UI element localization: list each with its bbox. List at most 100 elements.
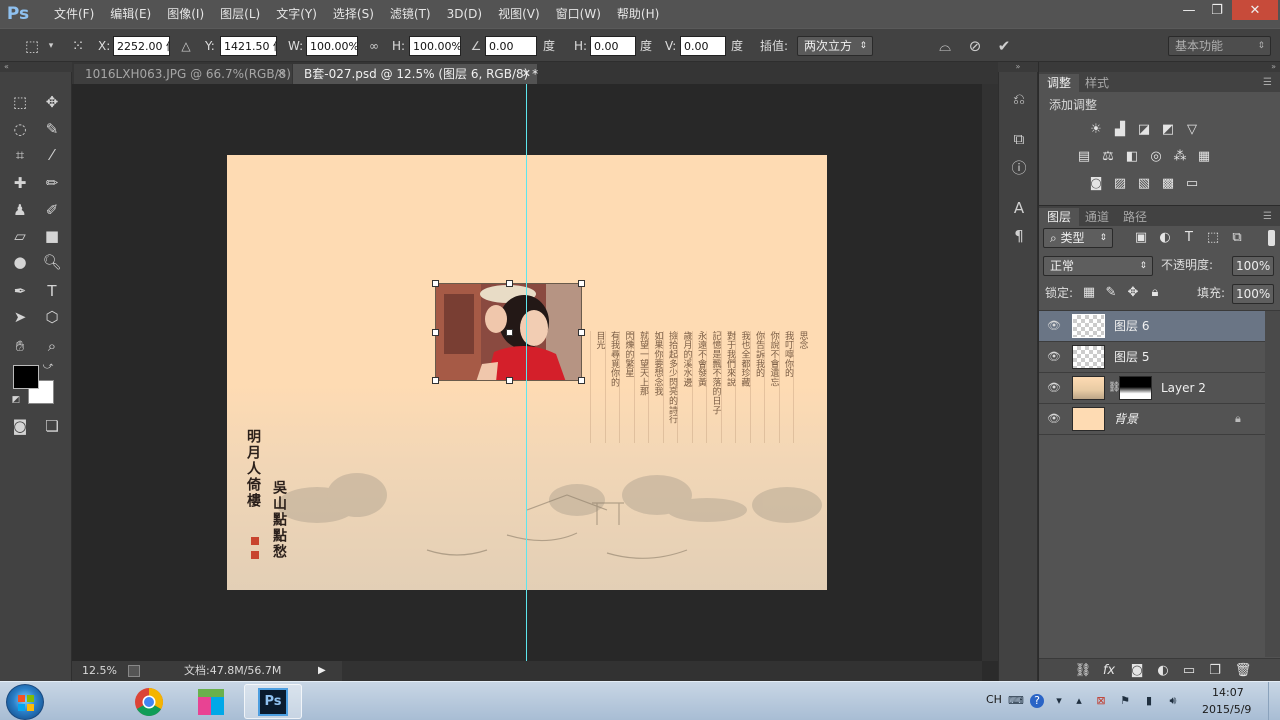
brightness-icon[interactable]: ☀ (1086, 121, 1106, 139)
color-balance-icon[interactable]: ⚖ (1098, 148, 1118, 166)
panels-collapse-strip[interactable]: » (1039, 62, 1280, 72)
lasso-tool-icon[interactable]: ◌ (7, 117, 33, 141)
delete-layer-icon[interactable]: 🗑︎ (1233, 662, 1253, 680)
keyboard-icon[interactable]: ⌨ (1008, 694, 1024, 708)
menu-type[interactable]: 文字(Y) (268, 0, 325, 28)
vskew-field[interactable]: 0.00 (680, 36, 726, 56)
transform-handle-right[interactable] (578, 329, 585, 336)
blur-tool-icon[interactable]: ● (7, 250, 33, 274)
tab-styles[interactable]: 样式 (1077, 74, 1117, 92)
hand-tool-icon[interactable]: ✋︎ (7, 334, 33, 358)
menu-image[interactable]: 图像(I) (159, 0, 212, 28)
show-hidden-icons[interactable]: ▴ (1072, 694, 1086, 708)
menu-file[interactable]: 文件(F) (46, 0, 102, 28)
menu-help[interactable]: 帮助(H) (609, 0, 667, 28)
layers-scrollbar[interactable] (1265, 311, 1280, 657)
fill-field[interactable]: 100% (1232, 284, 1274, 304)
language-indicator[interactable]: CH (986, 693, 1002, 706)
brush-tool-icon[interactable]: ✏ (39, 171, 65, 195)
dodge-tool-icon[interactable]: 🔍︎ (39, 250, 65, 274)
lock-position-icon[interactable]: ✥ (1123, 284, 1143, 302)
y-field[interactable]: 1421.50 像 (220, 36, 277, 56)
height-field[interactable]: 100.00% (409, 36, 461, 56)
filter-pixel-icon[interactable]: ▣ (1131, 229, 1151, 247)
x-field[interactable]: 2252.00 像 (113, 36, 170, 56)
healing-brush-tool-icon[interactable]: ✚ (7, 171, 33, 195)
photo-filter-icon[interactable]: ◎ (1146, 148, 1166, 166)
gradient-tool-icon[interactable]: ■ (39, 224, 65, 248)
ime-settings-icon[interactable]: ▾ (1052, 694, 1066, 708)
new-adjustment-icon[interactable]: ◐ (1153, 662, 1173, 680)
foreground-color-swatch[interactable] (13, 365, 39, 389)
transform-handle-left[interactable] (432, 329, 439, 336)
posterize-icon[interactable]: ▨ (1110, 175, 1130, 193)
layer-name[interactable]: Layer 2 (1161, 373, 1206, 404)
vibrance-icon[interactable]: ▽ (1182, 121, 1202, 139)
history-brush-tool-icon[interactable]: ✐ (39, 198, 65, 222)
tab-document-jpg[interactable]: 1016LXH063.JPG @ 66.7%(RGB/8) ✕ (74, 64, 292, 84)
menu-edit[interactable]: 编辑(E) (102, 0, 159, 28)
quick-mask-icon[interactable]: ◙ (7, 414, 33, 438)
status-info-icon[interactable] (128, 665, 140, 677)
delta-icon[interactable]: △ (178, 35, 194, 57)
eyedropper-tool-icon[interactable]: ⁄ (39, 143, 65, 167)
tab-layers[interactable]: 图层 (1039, 208, 1080, 226)
screen-mode-icon[interactable]: ❏ (39, 414, 65, 438)
shape-tool-icon[interactable]: ⬡ (39, 305, 65, 329)
lock-transparency-icon[interactable]: ▦ (1079, 284, 1099, 302)
warp-icon[interactable]: ⌓ (934, 35, 956, 57)
taskbar-media-app[interactable] (182, 684, 240, 719)
menu-layer[interactable]: 图层(L) (212, 0, 268, 28)
layer-style-icon[interactable]: fx (1099, 662, 1119, 680)
status-menu-arrow-icon[interactable]: ▶ (318, 661, 326, 681)
layer-row-layer6[interactable]: 👁︎ 图层 6 (1039, 311, 1265, 342)
link-icon[interactable]: ∞ (366, 35, 382, 57)
crop-tool-icon[interactable]: ⌗ (7, 143, 33, 167)
clock-time[interactable]: 14:07 (1212, 686, 1244, 699)
zoom-level[interactable]: 12.5% (82, 661, 117, 681)
eye-icon[interactable]: 👁︎ (1047, 412, 1061, 426)
close-button[interactable]: ✕ (1232, 0, 1278, 20)
mini-panel-collapse-strip[interactable]: » (998, 62, 1038, 72)
filter-smart-object-icon[interactable]: ⧉ (1227, 229, 1247, 247)
add-mask-icon[interactable]: ◙ (1127, 662, 1147, 680)
default-colors-icon[interactable]: ◩ (9, 393, 23, 407)
signal-icon[interactable]: ▮ (1142, 694, 1156, 708)
reference-point-icon[interactable]: ⁙ (66, 35, 90, 57)
path-selection-tool-icon[interactable]: ➤ (7, 305, 33, 329)
filter-type-icon[interactable]: T (1179, 229, 1199, 247)
taskbar-photoshop[interactable]: Ps (244, 684, 302, 719)
curves-icon[interactable]: ◪ (1134, 121, 1154, 139)
move-tool-icon[interactable]: ✥ (39, 90, 65, 114)
layer-row-layer5[interactable]: 👁︎ 图层 5 (1039, 342, 1265, 373)
black-white-icon[interactable]: ◧ (1122, 148, 1142, 166)
menu-window[interactable]: 窗口(W) (548, 0, 609, 28)
layer-row-layer2[interactable]: 👁︎ ⛓ Layer 2 (1039, 373, 1265, 404)
eye-icon[interactable]: 👁︎ (1047, 381, 1061, 395)
tab-paths[interactable]: 路径 (1115, 208, 1155, 226)
show-desktop-button[interactable] (1268, 682, 1280, 720)
paragraph-panel-icon[interactable]: ¶ (1007, 225, 1031, 247)
clone-stamp-tool-icon[interactable]: ♟ (7, 198, 33, 222)
start-button[interactable] (6, 684, 44, 720)
taskbar-chrome[interactable] (120, 684, 178, 719)
lock-pixels-icon[interactable]: ✎ (1101, 284, 1121, 302)
transform-tool-preset-icon[interactable]: ⬚ (20, 35, 44, 57)
rotate-field[interactable]: 0.00 (485, 36, 537, 56)
transform-handle-top[interactable] (506, 280, 513, 287)
transform-handle-bottom[interactable] (506, 377, 513, 384)
toolbar-collapse-strip[interactable]: « (0, 62, 72, 72)
new-group-icon[interactable]: ▭ (1179, 662, 1199, 680)
hue-saturation-icon[interactable]: ▤ (1074, 148, 1094, 166)
menu-3d[interactable]: 3D(D) (439, 0, 490, 28)
horizontal-scrollbar[interactable] (342, 661, 982, 681)
transform-handle-bottom-right[interactable] (578, 377, 585, 384)
type-tool-icon[interactable]: T (39, 279, 65, 303)
transform-center-point[interactable] (506, 329, 513, 336)
pen-tool-icon[interactable]: ✒ (7, 279, 33, 303)
vertical-guide-line[interactable] (526, 84, 527, 661)
vertical-scrollbar[interactable] (982, 84, 998, 661)
threshold-icon[interactable]: ▧ (1134, 175, 1154, 193)
filter-toggle-switch[interactable] (1268, 230, 1275, 246)
width-field[interactable]: 100.00% (306, 36, 358, 56)
